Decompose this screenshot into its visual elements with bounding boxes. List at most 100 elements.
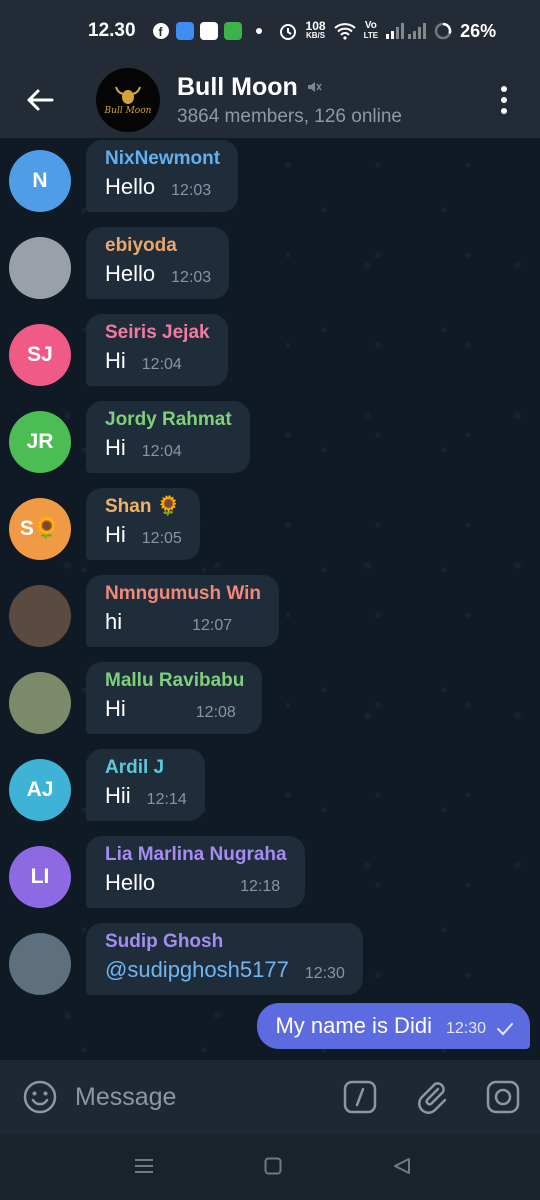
sender-name[interactable]: Sudip Ghosh: [105, 929, 345, 955]
network-speed-unit: KB/S: [306, 31, 326, 40]
home-button[interactable]: [264, 1157, 282, 1180]
sender-avatar[interactable]: AJ: [9, 759, 71, 821]
chat-messages-area[interactable]: N NixNewmont Hello 12:03 ebiyoda Hello 12:…: [0, 138, 540, 1060]
message-text: Hi: [105, 435, 126, 460]
bot-commands-button[interactable]: [342, 1079, 378, 1120]
sender-name[interactable]: Ardil J: [105, 755, 187, 781]
muted-icon: [307, 82, 322, 92]
sender-avatar[interactable]: S🌻: [9, 498, 71, 560]
message-bubble[interactable]: Jordy Rahmat Hi 12:04: [86, 401, 250, 473]
message-input[interactable]: [75, 1078, 325, 1116]
message-bubble[interactable]: Lia Marlina Nugraha Hello 12:18: [86, 836, 305, 908]
wifi-icon: [333, 23, 356, 40]
back-button[interactable]: [0, 62, 80, 138]
sender-avatar[interactable]: SJ: [9, 324, 71, 386]
mention-link[interactable]: @sudipghosh5177: [105, 955, 289, 985]
chat-title-block[interactable]: Bull Moon 3864 members, 126 online: [177, 73, 402, 128]
outgoing-message-text: My name is Didi: [275, 1013, 432, 1038]
message-time: 12:03: [171, 269, 212, 286]
sender-avatar[interactable]: JR: [9, 411, 71, 473]
sender-name[interactable]: Seiris Jejak: [105, 320, 210, 346]
group-avatar[interactable]: Bull Moon: [96, 68, 160, 132]
message-text: Hi: [105, 348, 126, 373]
message-text: hi: [105, 609, 123, 634]
message-text: Hii: [105, 783, 131, 808]
avatar-initials: LI: [30, 865, 50, 888]
sender-avatar[interactable]: N: [9, 150, 71, 212]
sender-name[interactable]: Nmngumush Win: [105, 581, 261, 607]
slash-command-icon: [343, 1080, 377, 1114]
chat-title: Bull Moon: [177, 72, 298, 101]
message-bubble[interactable]: Ardil J Hii 12:14: [86, 749, 205, 821]
message-time: 12:08: [195, 704, 236, 721]
sent-check-icon: [497, 1023, 513, 1036]
message-time: 12:18: [240, 878, 281, 895]
message-text: Hello: [105, 261, 156, 286]
back-triangle-icon: [394, 1158, 410, 1174]
status-right: 108 KB/S Vo LTE 26%: [278, 19, 497, 42]
sender-name[interactable]: Lia Marlina Nugraha: [105, 842, 287, 868]
message-time: 12:07: [192, 617, 233, 634]
network-speed-value: 108: [305, 19, 326, 33]
message-text: Hello: [105, 174, 156, 199]
message-text: Hello: [105, 870, 156, 895]
sender-name[interactable]: NixNewmont: [105, 146, 220, 172]
message-bubble[interactable]: Mallu Ravibabu Hi 12:08: [86, 662, 263, 734]
avatar-initials: JR: [26, 430, 54, 453]
menu-dot: [501, 108, 507, 114]
group-avatar-text: Bull Moon: [104, 106, 152, 116]
outgoing-message-bubble[interactable]: My name is Didi 12:30: [257, 1003, 530, 1049]
emoji-button[interactable]: [22, 1079, 58, 1120]
system-back-button[interactable]: [393, 1157, 411, 1180]
sender-avatar-photo[interactable]: [9, 585, 71, 647]
sender-avatar-photo[interactable]: [9, 237, 71, 299]
sender-avatar-photo[interactable]: [9, 933, 71, 995]
recents-icon: [135, 1159, 153, 1173]
app-icon-green: [223, 22, 242, 40]
message-time: 12:30: [304, 965, 345, 982]
outgoing-message-time: 12:30: [445, 1020, 486, 1037]
message-time: 12:05: [141, 530, 182, 547]
message-bubble[interactable]: Sudip Ghosh @sudipghosh5177 12:30: [86, 923, 363, 995]
sender-name[interactable]: Jordy Rahmat: [105, 407, 232, 433]
sender-name[interactable]: Shan 🌻: [105, 494, 182, 520]
notification-icons: f: [152, 22, 242, 40]
more-notifications-dot: [255, 28, 262, 34]
message-time: 12:04: [141, 356, 182, 373]
message-time: 12:14: [146, 791, 187, 808]
recents-button[interactable]: [134, 1156, 154, 1181]
message-time: 12:04: [141, 443, 182, 460]
message-bubble[interactable]: Shan 🌻 Hi 12:05: [86, 488, 200, 560]
network-speed: 108 KB/S: [305, 19, 326, 41]
emoji-icon: [23, 1080, 57, 1114]
signal-icon: [386, 23, 427, 39]
back-arrow-icon: [27, 89, 54, 111]
system-navigation-bar: [0, 1134, 540, 1200]
volte-top: Vo: [364, 20, 377, 31]
facebook-icon: f: [152, 23, 169, 39]
message-text: Hi: [105, 522, 126, 547]
message-bubble[interactable]: ebiyoda Hello 12:03: [86, 227, 230, 299]
status-time: 12.30: [88, 20, 136, 41]
avatar-initials: N: [32, 169, 48, 192]
sender-avatar-photo[interactable]: [9, 672, 71, 734]
sender-name[interactable]: ebiyoda: [105, 233, 211, 259]
home-icon: [264, 1157, 282, 1175]
message-bubble[interactable]: Seiris Jejak Hi 12:04: [86, 314, 228, 386]
battery-icon: [434, 22, 452, 40]
sender-name[interactable]: Mallu Ravibabu: [105, 668, 244, 694]
message-text: Hi: [105, 696, 126, 721]
more-options-button[interactable]: [492, 82, 516, 118]
sender-avatar[interactable]: LI: [9, 846, 71, 908]
attach-button[interactable]: [414, 1079, 450, 1120]
camera-button[interactable]: [485, 1079, 521, 1120]
message-composer: [0, 1060, 540, 1134]
menu-dot: [501, 97, 507, 103]
message-bubble[interactable]: Nmngumush Win hi 12:07: [86, 575, 280, 647]
chat-subtitle: 3864 members, 126 online: [177, 105, 402, 127]
message-bubble[interactable]: NixNewmont Hello 12:03: [86, 140, 239, 212]
battery-percent: 26%: [460, 20, 497, 41]
avatar-initials: AJ: [26, 778, 54, 801]
message-time: 12:03: [171, 182, 212, 199]
menu-dot: [501, 86, 507, 92]
